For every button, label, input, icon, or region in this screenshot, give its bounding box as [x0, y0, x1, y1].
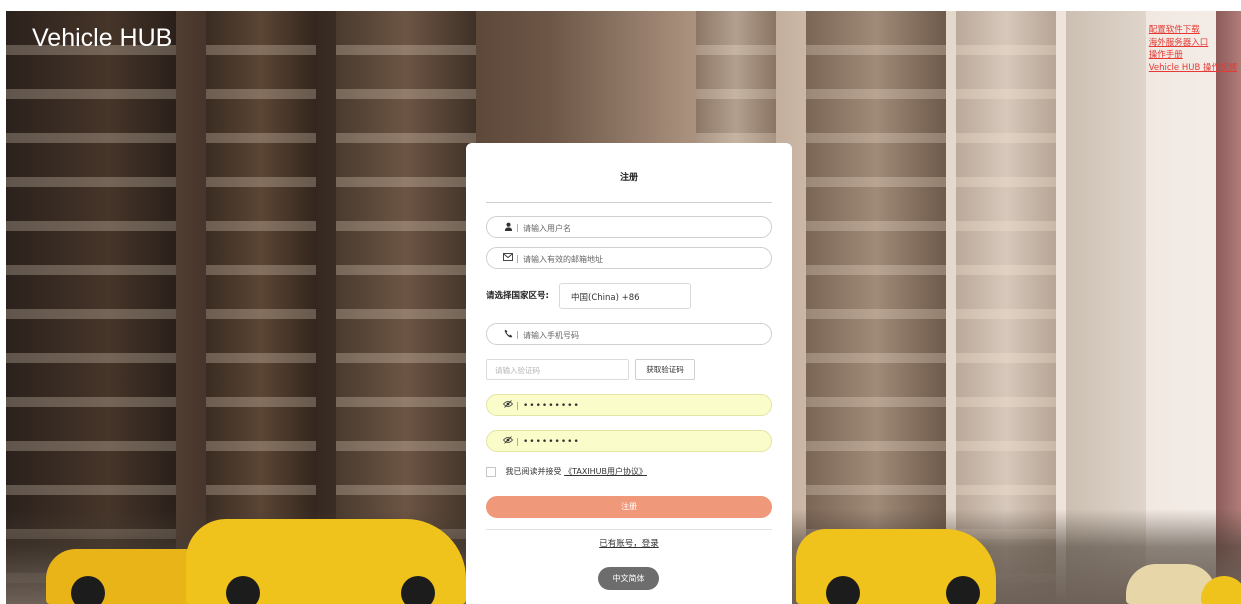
agreement-row: 我已阅读并接受 《TAXIHUB用户协议》 — [486, 466, 647, 477]
country-code-select[interactable]: 中国(China) +86 — [559, 283, 691, 309]
eye-off-icon — [502, 436, 514, 448]
country-code-label: 请选择国家区号: — [486, 291, 549, 301]
get-code-button[interactable]: 获取验证码 — [635, 359, 695, 380]
phone-icon — [502, 329, 514, 341]
overseas-server-link[interactable]: 海外服务器入口 — [1149, 37, 1237, 50]
mail-icon — [502, 253, 514, 265]
title-divider — [486, 202, 772, 203]
phone-field[interactable]: | — [486, 323, 772, 345]
email-input[interactable] — [523, 251, 759, 267]
field-separator: | — [516, 401, 519, 410]
confirm-password-input[interactable] — [523, 434, 759, 450]
user-agreement-link[interactable]: 《TAXIHUB用户协议》 — [564, 467, 647, 476]
divider — [486, 529, 772, 530]
chevron-down-icon — [571, 291, 682, 300]
register-button[interactable]: 注册 — [486, 496, 772, 518]
agree-text: 我已阅读并接受 — [505, 467, 562, 476]
field-separator: | — [516, 330, 519, 339]
verification-code-input[interactable] — [495, 363, 620, 377]
brand-logo: Vehicle HUB — [32, 24, 173, 52]
password-input[interactable] — [523, 398, 759, 414]
login-link[interactable]: 已有账号，登录 — [466, 537, 792, 549]
email-field[interactable]: | — [486, 247, 772, 269]
register-card: 注册 | | 请选择国家区号: 中国(China) +86 | 获取验证码 — [466, 143, 792, 604]
field-separator: | — [516, 254, 519, 263]
eye-off-icon — [502, 400, 514, 412]
verification-code-field[interactable] — [486, 359, 629, 380]
field-separator: | — [516, 223, 519, 232]
form-title: 注册 — [619, 173, 638, 183]
taxi — [796, 529, 996, 604]
top-links: 配置软件下载 海外服务器入口 操作手册 Vehicle HUB 操作视频 — [1149, 24, 1237, 74]
field-separator: | — [516, 437, 519, 446]
password-field[interactable]: | — [486, 394, 772, 416]
taxi — [186, 519, 466, 604]
language-button[interactable]: 中文简体 — [598, 567, 659, 590]
username-input[interactable] — [523, 220, 759, 236]
video-link[interactable]: Vehicle HUB 操作视频 — [1149, 62, 1237, 75]
agree-checkbox[interactable] — [486, 466, 496, 477]
user-icon — [502, 222, 514, 234]
username-field[interactable]: | — [486, 216, 772, 238]
confirm-password-field[interactable]: | — [486, 430, 772, 452]
phone-input[interactable] — [523, 327, 759, 343]
manual-link[interactable]: 操作手册 — [1149, 49, 1237, 62]
software-download-link[interactable]: 配置软件下载 — [1149, 24, 1237, 37]
